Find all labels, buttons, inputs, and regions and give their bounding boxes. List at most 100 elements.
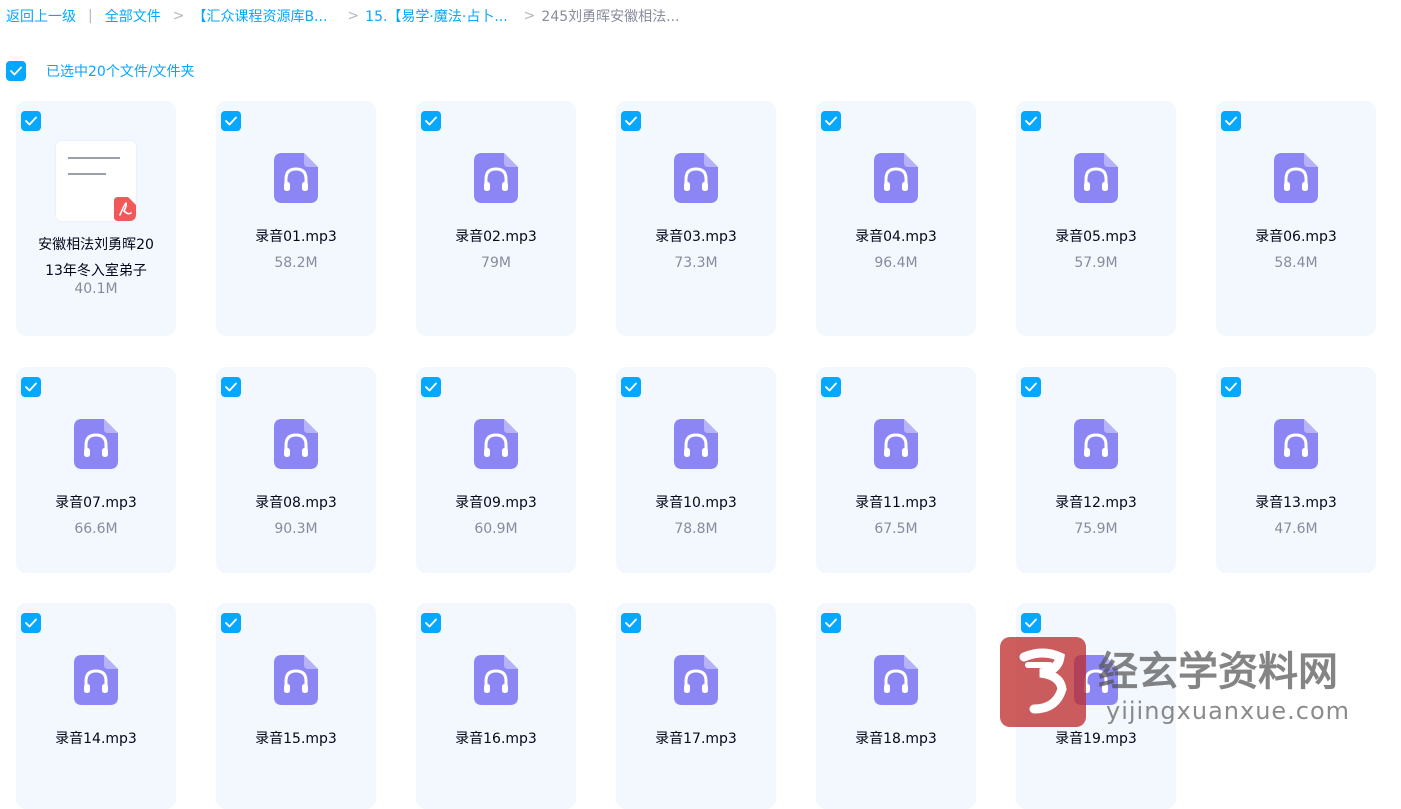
file-name: 录音17.mp3 bbox=[655, 731, 737, 747]
chevron-right-icon: > bbox=[347, 8, 360, 24]
file-card[interactable]: 录音09.mp3 60.9M bbox=[416, 367, 576, 573]
file-size: 96.4M bbox=[874, 255, 918, 271]
headphones-icon bbox=[874, 419, 918, 469]
file-checkbox[interactable] bbox=[221, 111, 241, 131]
breadcrumb-all-files[interactable]: 全部文件 bbox=[105, 6, 161, 26]
check-icon bbox=[225, 382, 237, 392]
file-card[interactable]: 录音01.mp3 58.2M bbox=[216, 101, 376, 336]
back-link[interactable]: 返回上一级 bbox=[6, 6, 76, 26]
headphones-icon bbox=[874, 153, 918, 203]
headphones-icon bbox=[274, 419, 318, 469]
file-size: 60.9M bbox=[474, 521, 518, 537]
check-icon bbox=[10, 66, 22, 76]
file-card[interactable]: 录音05.mp3 57.9M bbox=[1016, 101, 1176, 336]
file-name: 录音06.mp3 bbox=[1255, 229, 1337, 245]
watermark-url: yijingxuanxue.com bbox=[1106, 697, 1351, 725]
file-card[interactable]: 录音04.mp3 96.4M bbox=[816, 101, 976, 336]
file-card[interactable]: 录音16.mp3 bbox=[416, 603, 576, 809]
file-size: 90.3M bbox=[274, 521, 318, 537]
headphones-icon bbox=[674, 153, 718, 203]
breadcrumb-seg1[interactable]: 【汇众课程资源库B... bbox=[192, 6, 327, 26]
headphones-icon bbox=[474, 153, 518, 203]
file-card[interactable]: 录音18.mp3 bbox=[816, 603, 976, 809]
file-checkbox[interactable] bbox=[421, 111, 441, 131]
file-name: 录音11.mp3 bbox=[855, 495, 937, 511]
file-card[interactable]: 录音08.mp3 90.3M bbox=[216, 367, 376, 573]
check-icon bbox=[1025, 382, 1037, 392]
file-card[interactable]: 录音12.mp3 75.9M bbox=[1016, 367, 1176, 573]
file-card[interactable]: 录音03.mp3 73.3M bbox=[616, 101, 776, 336]
file-size: 58.2M bbox=[274, 255, 318, 271]
file-checkbox[interactable] bbox=[821, 377, 841, 397]
file-checkbox[interactable] bbox=[21, 377, 41, 397]
select-all-bar: 已选中20个文件/文件夹 bbox=[6, 61, 195, 81]
file-size: 66.6M bbox=[74, 521, 118, 537]
file-checkbox[interactable] bbox=[1021, 613, 1041, 633]
file-checkbox[interactable] bbox=[821, 111, 841, 131]
headphones-icon bbox=[474, 419, 518, 469]
chevron-right-icon: > bbox=[172, 8, 185, 24]
file-card-pdf[interactable]: 安徽相法刘勇晖20 13年冬入室弟子 40.1M bbox=[16, 101, 176, 336]
file-checkbox[interactable] bbox=[221, 377, 241, 397]
file-card[interactable]: 录音13.mp3 47.6M bbox=[1216, 367, 1376, 573]
file-name: 录音16.mp3 bbox=[455, 731, 537, 747]
headphones-icon bbox=[1274, 419, 1318, 469]
file-checkbox[interactable] bbox=[621, 377, 641, 397]
breadcrumb-current: 245刘勇晖安徽相法... bbox=[541, 9, 680, 25]
breadcrumb-seg2[interactable]: 15.【易学·魔法·占卜... bbox=[365, 6, 508, 26]
file-card[interactable]: 录音07.mp3 66.6M bbox=[16, 367, 176, 573]
check-icon bbox=[1025, 618, 1037, 628]
check-icon bbox=[425, 618, 437, 628]
file-checkbox[interactable] bbox=[821, 613, 841, 633]
check-icon bbox=[825, 382, 837, 392]
file-card[interactable]: 录音11.mp3 67.5M bbox=[816, 367, 976, 573]
check-icon bbox=[225, 618, 237, 628]
file-size: 57.9M bbox=[1074, 255, 1118, 271]
check-icon bbox=[625, 618, 637, 628]
file-card[interactable]: 录音02.mp3 79M bbox=[416, 101, 576, 336]
watermark: 经玄学资料网 yijingxuanxue.com bbox=[1000, 635, 1390, 735]
file-card[interactable]: 录音06.mp3 58.4M bbox=[1216, 101, 1376, 336]
check-icon bbox=[1225, 382, 1237, 392]
file-name: 录音03.mp3 bbox=[655, 229, 737, 245]
check-icon bbox=[1025, 116, 1037, 126]
check-icon bbox=[625, 382, 637, 392]
file-checkbox[interactable] bbox=[1221, 377, 1241, 397]
file-name: 录音10.mp3 bbox=[655, 495, 737, 511]
file-card[interactable]: 录音17.mp3 bbox=[616, 603, 776, 809]
file-checkbox[interactable] bbox=[221, 613, 241, 633]
file-checkbox[interactable] bbox=[421, 613, 441, 633]
headphones-icon bbox=[674, 655, 718, 705]
file-size: 75.9M bbox=[1074, 521, 1118, 537]
headphones-icon bbox=[1274, 153, 1318, 203]
file-name: 录音12.mp3 bbox=[1055, 495, 1137, 511]
file-name: 录音05.mp3 bbox=[1055, 229, 1137, 245]
check-icon bbox=[425, 382, 437, 392]
check-icon bbox=[825, 618, 837, 628]
file-card[interactable]: 录音15.mp3 bbox=[216, 603, 376, 809]
file-checkbox[interactable] bbox=[21, 613, 41, 633]
file-checkbox[interactable] bbox=[1021, 111, 1041, 131]
file-checkbox[interactable] bbox=[621, 111, 641, 131]
watermark-title: 经玄学资料网 bbox=[1098, 649, 1338, 695]
breadcrumb: 返回上一级 | 全部文件 > 【汇众课程资源库B... > 15.【易学·魔法·… bbox=[6, 6, 679, 26]
file-checkbox[interactable] bbox=[621, 613, 641, 633]
file-name: 录音15.mp3 bbox=[255, 731, 337, 747]
headphones-icon bbox=[1074, 153, 1118, 203]
file-name: 录音18.mp3 bbox=[855, 731, 937, 747]
file-size: 73.3M bbox=[674, 255, 718, 271]
file-size: 78.8M bbox=[674, 521, 718, 537]
file-checkbox[interactable] bbox=[1221, 111, 1241, 131]
file-size: 67.5M bbox=[874, 521, 918, 537]
select-all-checkbox[interactable] bbox=[6, 61, 26, 81]
file-size: 40.1M bbox=[74, 281, 118, 297]
check-icon bbox=[25, 116, 37, 126]
file-checkbox[interactable] bbox=[21, 111, 41, 131]
headphones-icon bbox=[274, 153, 318, 203]
file-checkbox[interactable] bbox=[421, 377, 441, 397]
headphones-icon bbox=[474, 655, 518, 705]
check-icon bbox=[825, 116, 837, 126]
file-card[interactable]: 录音14.mp3 bbox=[16, 603, 176, 809]
file-card[interactable]: 录音10.mp3 78.8M bbox=[616, 367, 776, 573]
file-checkbox[interactable] bbox=[1021, 377, 1041, 397]
